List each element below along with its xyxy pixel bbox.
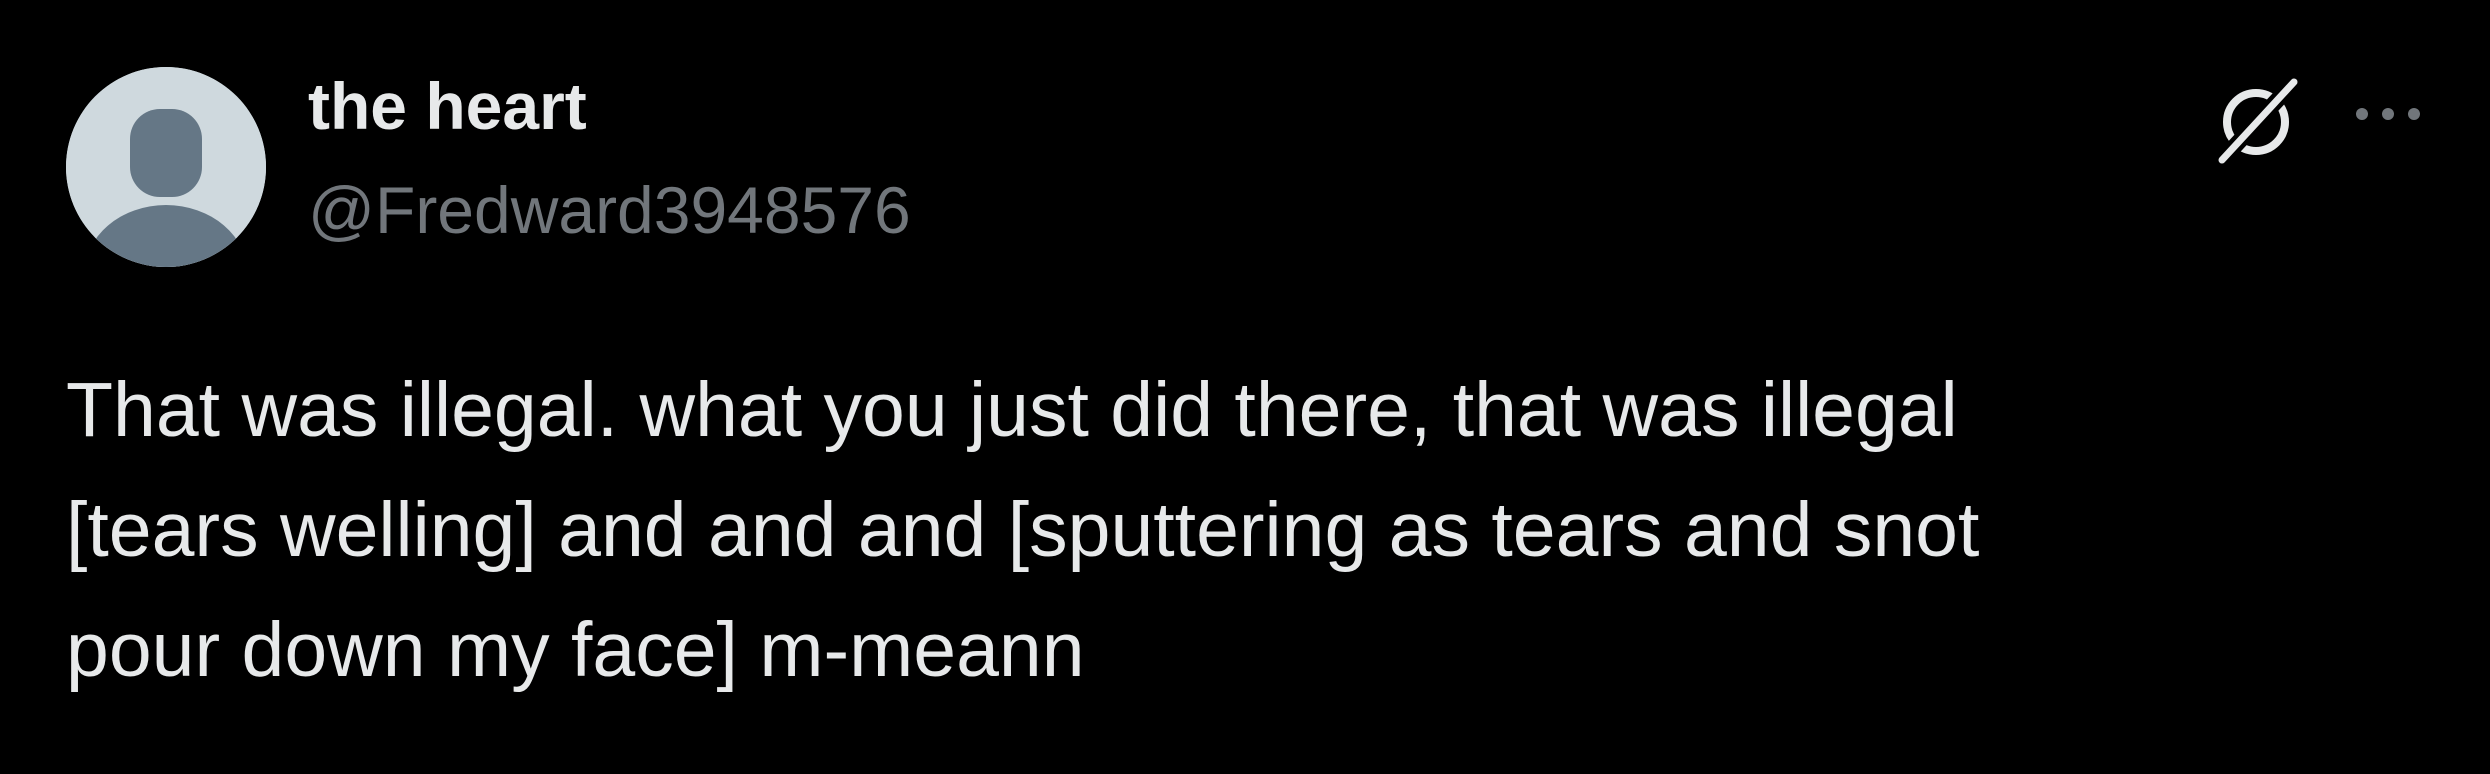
grok-icon[interactable] bbox=[2210, 74, 2302, 166]
author-avatar[interactable] bbox=[66, 67, 266, 267]
tweet-text-line: [tears welling] and and and [sputtering … bbox=[66, 487, 1980, 573]
tweet-card: the heart @Fredward3948576 That was ille… bbox=[0, 0, 2490, 774]
tweet-text-line: pour down my face] m-meann bbox=[66, 607, 1085, 693]
default-avatar-icon bbox=[66, 67, 266, 267]
more-options-icon[interactable] bbox=[2348, 94, 2428, 134]
author-display-name[interactable]: the heart bbox=[308, 70, 587, 143]
tweet-text: That was illegal. what you just did ther… bbox=[66, 350, 2396, 710]
author-handle[interactable]: @Fredward3948576 bbox=[308, 174, 911, 247]
tweet-text-line: That was illegal. what you just did ther… bbox=[66, 367, 1958, 453]
